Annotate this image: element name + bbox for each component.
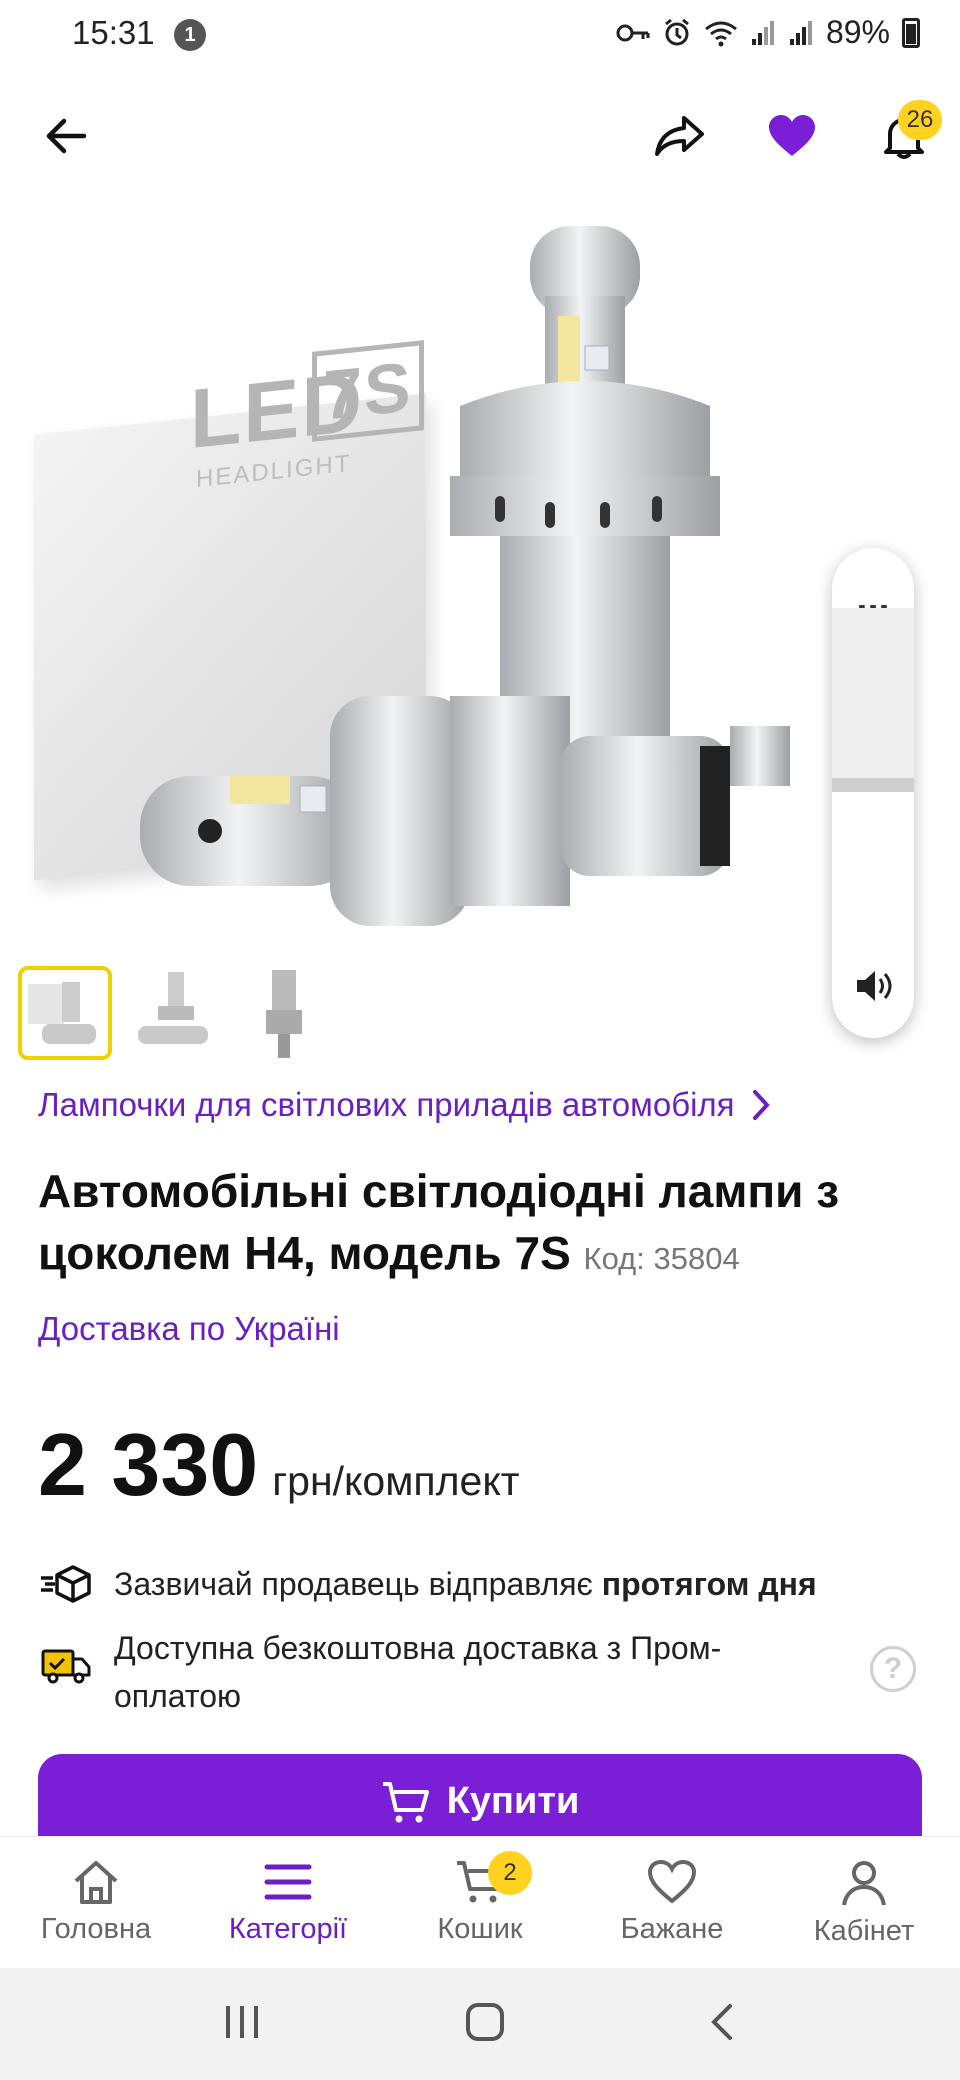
status-icons: 89% xyxy=(616,14,920,51)
nav-account[interactable]: Кабінет xyxy=(768,1837,960,1968)
signal-icon-1 xyxy=(751,20,774,45)
alarm-icon xyxy=(665,18,689,45)
free-delivery-row: Доступна безкоштовна доставка з Пром-опл… xyxy=(38,1624,898,1720)
status-time: 15:31 xyxy=(72,14,155,51)
system-nav-bar xyxy=(0,1968,960,2080)
arrow-left-icon xyxy=(46,118,87,154)
wifi-icon xyxy=(705,21,737,46)
recent-apps-button[interactable] xyxy=(222,2004,262,2045)
buy-button-label: Купити xyxy=(446,1780,580,1822)
home-button[interactable] xyxy=(465,2002,505,2047)
free-delivery-text: Доступна безкоштовна доставка з Пром-опл… xyxy=(114,1630,722,1714)
thumbnail-3-image xyxy=(266,970,302,1058)
recents-icon xyxy=(225,2005,258,2038)
bottom-nav: Головна Категорії Кошик 2 Бажане Кабінет xyxy=(0,1836,960,1968)
nav-cart[interactable]: Кошик 2 xyxy=(384,1837,576,1968)
menu-icon xyxy=(264,1864,312,1900)
chevron-right-icon xyxy=(752,1090,770,1120)
shipping-info-bold: протягом дня xyxy=(601,1566,817,1602)
cart-icon xyxy=(382,1782,429,1823)
key-icon xyxy=(616,24,650,41)
nav-categories[interactable]: Категорії xyxy=(192,1837,384,1968)
nav-cart-label: Кошик xyxy=(437,1913,523,1945)
fast-box-icon xyxy=(38,1560,94,1608)
box-model-text: 7S xyxy=(312,340,424,442)
nav-account-label: Кабінет xyxy=(813,1915,915,1947)
shipping-info-text: Зазвичай продавець відправляє протягом д… xyxy=(114,1566,817,1602)
volume-slider[interactable] xyxy=(832,778,914,792)
product-image-gallery[interactable]: LED 7S HEADLIGHT xyxy=(0,196,960,956)
user-icon xyxy=(842,1861,886,1906)
video-player-control[interactable]: ... xyxy=(832,548,914,1038)
product-title-block: Автомобільні світлодіодні лампи з цоколе… xyxy=(38,1160,928,1290)
battery-percent: 89% xyxy=(825,14,890,50)
bulb-image-lower xyxy=(140,696,790,926)
cart-count-badge: 2 xyxy=(488,1851,532,1895)
thumbnail-2-image xyxy=(138,972,208,1044)
heart-icon xyxy=(647,1859,697,1904)
notification-badge: 26 xyxy=(898,100,942,140)
volume-track[interactable] xyxy=(832,608,914,778)
nav-home-label: Головна xyxy=(40,1913,152,1945)
battery-icon xyxy=(902,17,920,48)
volume-icon[interactable] xyxy=(854,968,894,1004)
notification-count-badge: 1 xyxy=(174,19,206,51)
thumbnail-1-image xyxy=(28,982,96,1044)
nav-wishlist-label: Бажане xyxy=(620,1913,724,1945)
shipping-info-row: Зазвичай продавець відправляє протягом д… xyxy=(38,1560,817,1608)
thumbnail-2[interactable] xyxy=(128,966,222,1060)
nav-categories-label: Категорії xyxy=(228,1913,348,1945)
back-button[interactable] xyxy=(30,100,102,172)
delivery-link[interactable]: Доставка по Україні xyxy=(38,1310,340,1348)
home-icon xyxy=(74,1861,118,1904)
heart-filled-icon xyxy=(769,115,815,156)
price-value: 2 330 xyxy=(38,1415,259,1514)
nav-wishlist[interactable]: Бажане xyxy=(576,1837,768,1968)
delivery-truck-icon xyxy=(38,1642,94,1690)
signal-icon-2 xyxy=(789,20,812,45)
thumbnail-1[interactable] xyxy=(18,966,112,1060)
category-breadcrumb-link[interactable]: Лампочки для світлових приладів автомобі… xyxy=(38,1086,771,1124)
thumbnail-3[interactable] xyxy=(238,966,332,1060)
more-dots-icon[interactable]: ... xyxy=(832,578,914,618)
share-icon xyxy=(655,116,704,156)
help-icon[interactable]: ? xyxy=(870,1646,916,1692)
system-back-button[interactable] xyxy=(708,2002,738,2047)
category-label: Лампочки для світлових приладів автомобі… xyxy=(38,1086,735,1123)
price-unit: грн/комплект xyxy=(272,1458,520,1504)
thumbnail-strip xyxy=(18,966,332,1060)
chevron-left-icon xyxy=(711,2003,733,2040)
favorite-button[interactable] xyxy=(756,100,828,172)
product-code: Код: 35804 xyxy=(583,1241,740,1276)
price-block: 2 330 грн/комплект xyxy=(38,1414,520,1516)
share-button[interactable] xyxy=(644,100,716,172)
home-square-icon xyxy=(465,2002,504,2041)
status-bar: 15:31 1 89% xyxy=(0,0,960,70)
nav-home[interactable]: Головна xyxy=(0,1837,192,1968)
